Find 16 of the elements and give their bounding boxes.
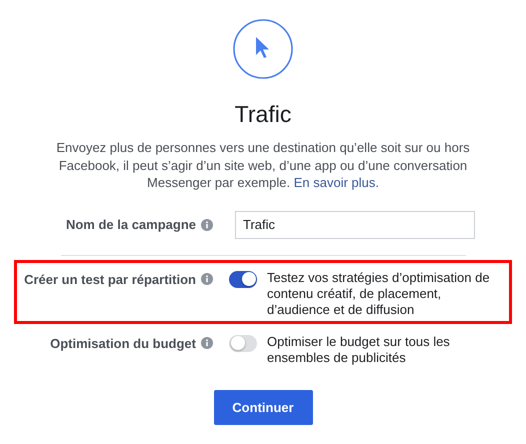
toggle-switch[interactable] bbox=[229, 334, 257, 352]
info-icon[interactable] bbox=[201, 273, 213, 285]
campaign-name-field[interactable]: Trafic bbox=[235, 210, 475, 238]
toggle-switch[interactable] bbox=[229, 270, 257, 288]
page-title: Trafic bbox=[234, 101, 292, 127]
option-label: Optimisation du budget bbox=[50, 336, 196, 350]
info-icon[interactable] bbox=[201, 337, 213, 349]
cursor-icon bbox=[233, 19, 293, 79]
continue-button[interactable]: Continuer bbox=[214, 390, 312, 424]
learn-more-link[interactable]: En savoir plus. bbox=[294, 175, 379, 190]
option-description: Testez vos stratégies d’optimisation de contenu créatif, de placement, d’audience et de diffusion bbox=[267, 270, 491, 318]
info-icon[interactable] bbox=[201, 218, 213, 230]
description: Envoyez plus de personnes vers une destination qu’elle soit sur ou hors Facebook, il peut s’agir d’un site web, d’une app ou d’une conversation Messenger par exemple. En savoir plus. bbox=[55, 139, 471, 192]
field-label: Nom de la campagne bbox=[66, 217, 196, 232]
option-description: Optimiser le budget sur tous les ensembles de publicités bbox=[267, 334, 451, 366]
option-label: Créer un test par répartition bbox=[24, 272, 196, 286]
